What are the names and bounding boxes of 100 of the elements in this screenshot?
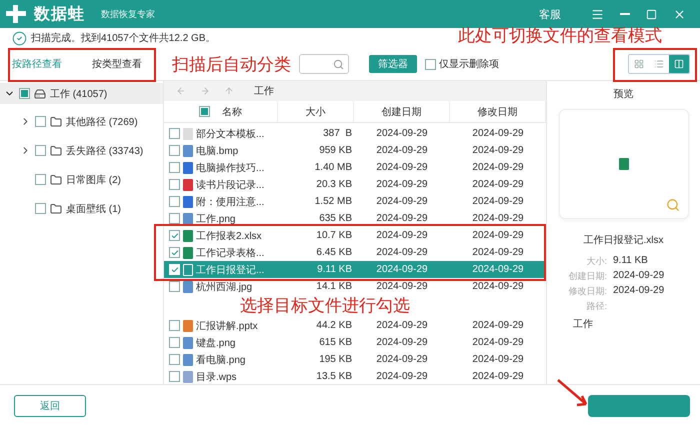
modified-date: 2024-09-29: [472, 281, 524, 292]
grid-icon: [634, 59, 644, 69]
file-row[interactable]: 工作报表2.xlsx 10.7 KB 2024-09-29 2024-09-29: [164, 227, 546, 244]
checkbox[interactable]: [19, 88, 30, 99]
file-name: 电脑操作技巧...: [196, 162, 264, 174]
modified-date: 2024-09-29: [472, 213, 524, 224]
annotation-text: 此处可切换文件的查看模式: [458, 25, 662, 47]
tree-row[interactable]: 工作 (41057): [0, 83, 163, 104]
view-tab[interactable]: 按类型查看: [92, 53, 142, 75]
detail-label: 路径:: [585, 300, 607, 313]
checkbox[interactable]: [35, 116, 46, 127]
modified-date: 2024-09-29: [472, 337, 524, 348]
file-name: 工作记录表格...: [196, 246, 264, 260]
file-size: 195 KB: [319, 354, 352, 365]
file-size: 10.7 KB: [316, 230, 352, 241]
file-row[interactable]: 部分文本模板... 387 B 2024-09-29 2024-09-29: [164, 125, 546, 142]
menu-icon: [591, 8, 604, 20]
tree-row[interactable]: 桌面壁纸 (1): [0, 198, 163, 219]
file-icon: [183, 246, 193, 258]
tree-item-label[interactable]: 其他路径 (7269): [66, 114, 138, 128]
file-row[interactable]: 杭州西湖.jpg 14.1 KB 2024-09-29 2024-09-29: [164, 278, 546, 295]
created-date: 2024-09-29: [376, 213, 428, 224]
maximize-icon: [646, 8, 657, 20]
action-button[interactable]: [588, 394, 690, 416]
file-size: 9.11 KB: [317, 264, 352, 275]
file-size: 20.3 KB: [316, 179, 352, 190]
search-field[interactable]: [299, 54, 349, 74]
logo-icon: [6, 5, 26, 23]
checkbox[interactable]: [169, 196, 180, 207]
modified-date: 2024-09-29: [472, 264, 524, 275]
folder-icon: [50, 144, 62, 156]
checkbox[interactable]: [169, 162, 180, 173]
file-icon: [183, 196, 193, 208]
detail-label: 修改日期:: [567, 285, 607, 298]
app-subtitle: 数据恢复专家: [101, 8, 155, 20]
checkbox[interactable]: [35, 203, 46, 214]
folder-icon: [50, 174, 62, 186]
tree-row[interactable]: 丢失路径 (33743): [0, 140, 163, 161]
drive-icon: [34, 88, 46, 100]
file-name: 部分文本模板...: [196, 128, 264, 140]
file-size: 615 KB: [319, 337, 352, 348]
tree-row[interactable]: 日常图库 (2): [0, 169, 163, 190]
view-mode-button[interactable]: [669, 55, 689, 73]
column-header[interactable]: 名称: [222, 104, 242, 118]
current-path: 工作: [254, 85, 274, 98]
tree-row[interactable]: 其他路径 (7269): [0, 111, 163, 132]
file-row[interactable]: 工作记录表格... 6.45 KB 2024-09-29 2024-09-29: [164, 244, 546, 261]
created-date: 2024-09-29: [376, 196, 428, 207]
folder-icon: [50, 116, 62, 128]
file-size: 387 B: [323, 128, 352, 139]
column-header[interactable]: 大小: [306, 104, 326, 118]
modified-date: 2024-09-29: [472, 145, 524, 156]
file-row[interactable]: 电脑.bmp 959 KB 2024-09-29 2024-09-29: [164, 142, 546, 159]
checkbox[interactable]: [169, 337, 180, 348]
file-name: 读书片段记录...: [196, 178, 264, 192]
detail-label: 大小:: [585, 255, 607, 268]
forward-arrow-icon[interactable]: [200, 86, 210, 96]
file-row[interactable]: 看电脑.png 195 KB 2024-09-29 2024-09-29: [164, 351, 546, 368]
close-icon: [673, 8, 686, 20]
modified-date: 2024-09-29: [472, 247, 524, 258]
checkbox[interactable]: [199, 106, 210, 117]
created-date: 2024-09-29: [376, 354, 428, 365]
path-value: 工作: [573, 318, 593, 331]
file-icon: [183, 336, 193, 348]
file-name: 键盘.png: [196, 336, 236, 350]
file-row[interactable]: 工作.png 635 KB 2024-09-29 2024-09-29: [164, 210, 546, 227]
checkbox[interactable]: [169, 213, 180, 224]
tree-item-label[interactable]: 桌面壁纸 (1): [66, 202, 121, 216]
checkbox[interactable]: [35, 145, 46, 156]
zoom-icon[interactable]: [666, 198, 680, 212]
file-row[interactable]: 附：使用注意... 1.52 MB 2024-09-29 2024-09-29: [164, 193, 546, 210]
checkbox[interactable]: [169, 281, 180, 292]
checkbox[interactable]: [169, 128, 180, 139]
file-size: 959 KB: [319, 145, 352, 156]
tree-item-label[interactable]: 日常图库 (2): [66, 172, 121, 186]
up-arrow-icon[interactable]: [224, 86, 234, 96]
checkbox[interactable]: [169, 179, 180, 190]
file-row[interactable]: 目录.wps 13.5 KB 2024-09-29 2024-09-29: [164, 368, 546, 384]
file-name: 工作日报登记...: [196, 264, 264, 276]
checkbox[interactable]: [169, 145, 180, 156]
checkbox[interactable]: [35, 174, 46, 185]
checkbox[interactable]: [169, 354, 180, 365]
tree-item-label[interactable]: 工作 (41057): [50, 86, 108, 100]
file-icon: [183, 162, 193, 174]
file-row[interactable]: 键盘.png 615 KB 2024-09-29 2024-09-29: [164, 334, 546, 351]
back-arrow-icon[interactable]: [176, 86, 186, 96]
file-row[interactable]: 汇报讲解.pptx 44.2 KB 2024-09-29 2024-09-29: [164, 317, 546, 334]
app-name: 数据蛙: [34, 4, 85, 24]
column-header[interactable]: 创建日期: [382, 104, 422, 118]
tree-item-label[interactable]: 丢失路径 (33743): [66, 144, 144, 158]
file-row[interactable]: 电脑操作技巧... 1.40 MB 2024-09-29 2024-09-29: [164, 159, 546, 176]
modified-date: 2024-09-29: [472, 162, 524, 173]
checkbox[interactable]: [169, 320, 180, 331]
checkbox[interactable]: [169, 371, 180, 382]
file-row[interactable]: 读书片段记录... 20.3 KB 2024-09-29 2024-09-29: [164, 176, 546, 193]
folder-icon: [50, 202, 62, 214]
checkbox[interactable]: [169, 247, 180, 258]
checkbox[interactable]: [425, 58, 436, 70]
checkbox[interactable]: [169, 230, 180, 241]
column-header[interactable]: 修改日期: [478, 104, 518, 118]
